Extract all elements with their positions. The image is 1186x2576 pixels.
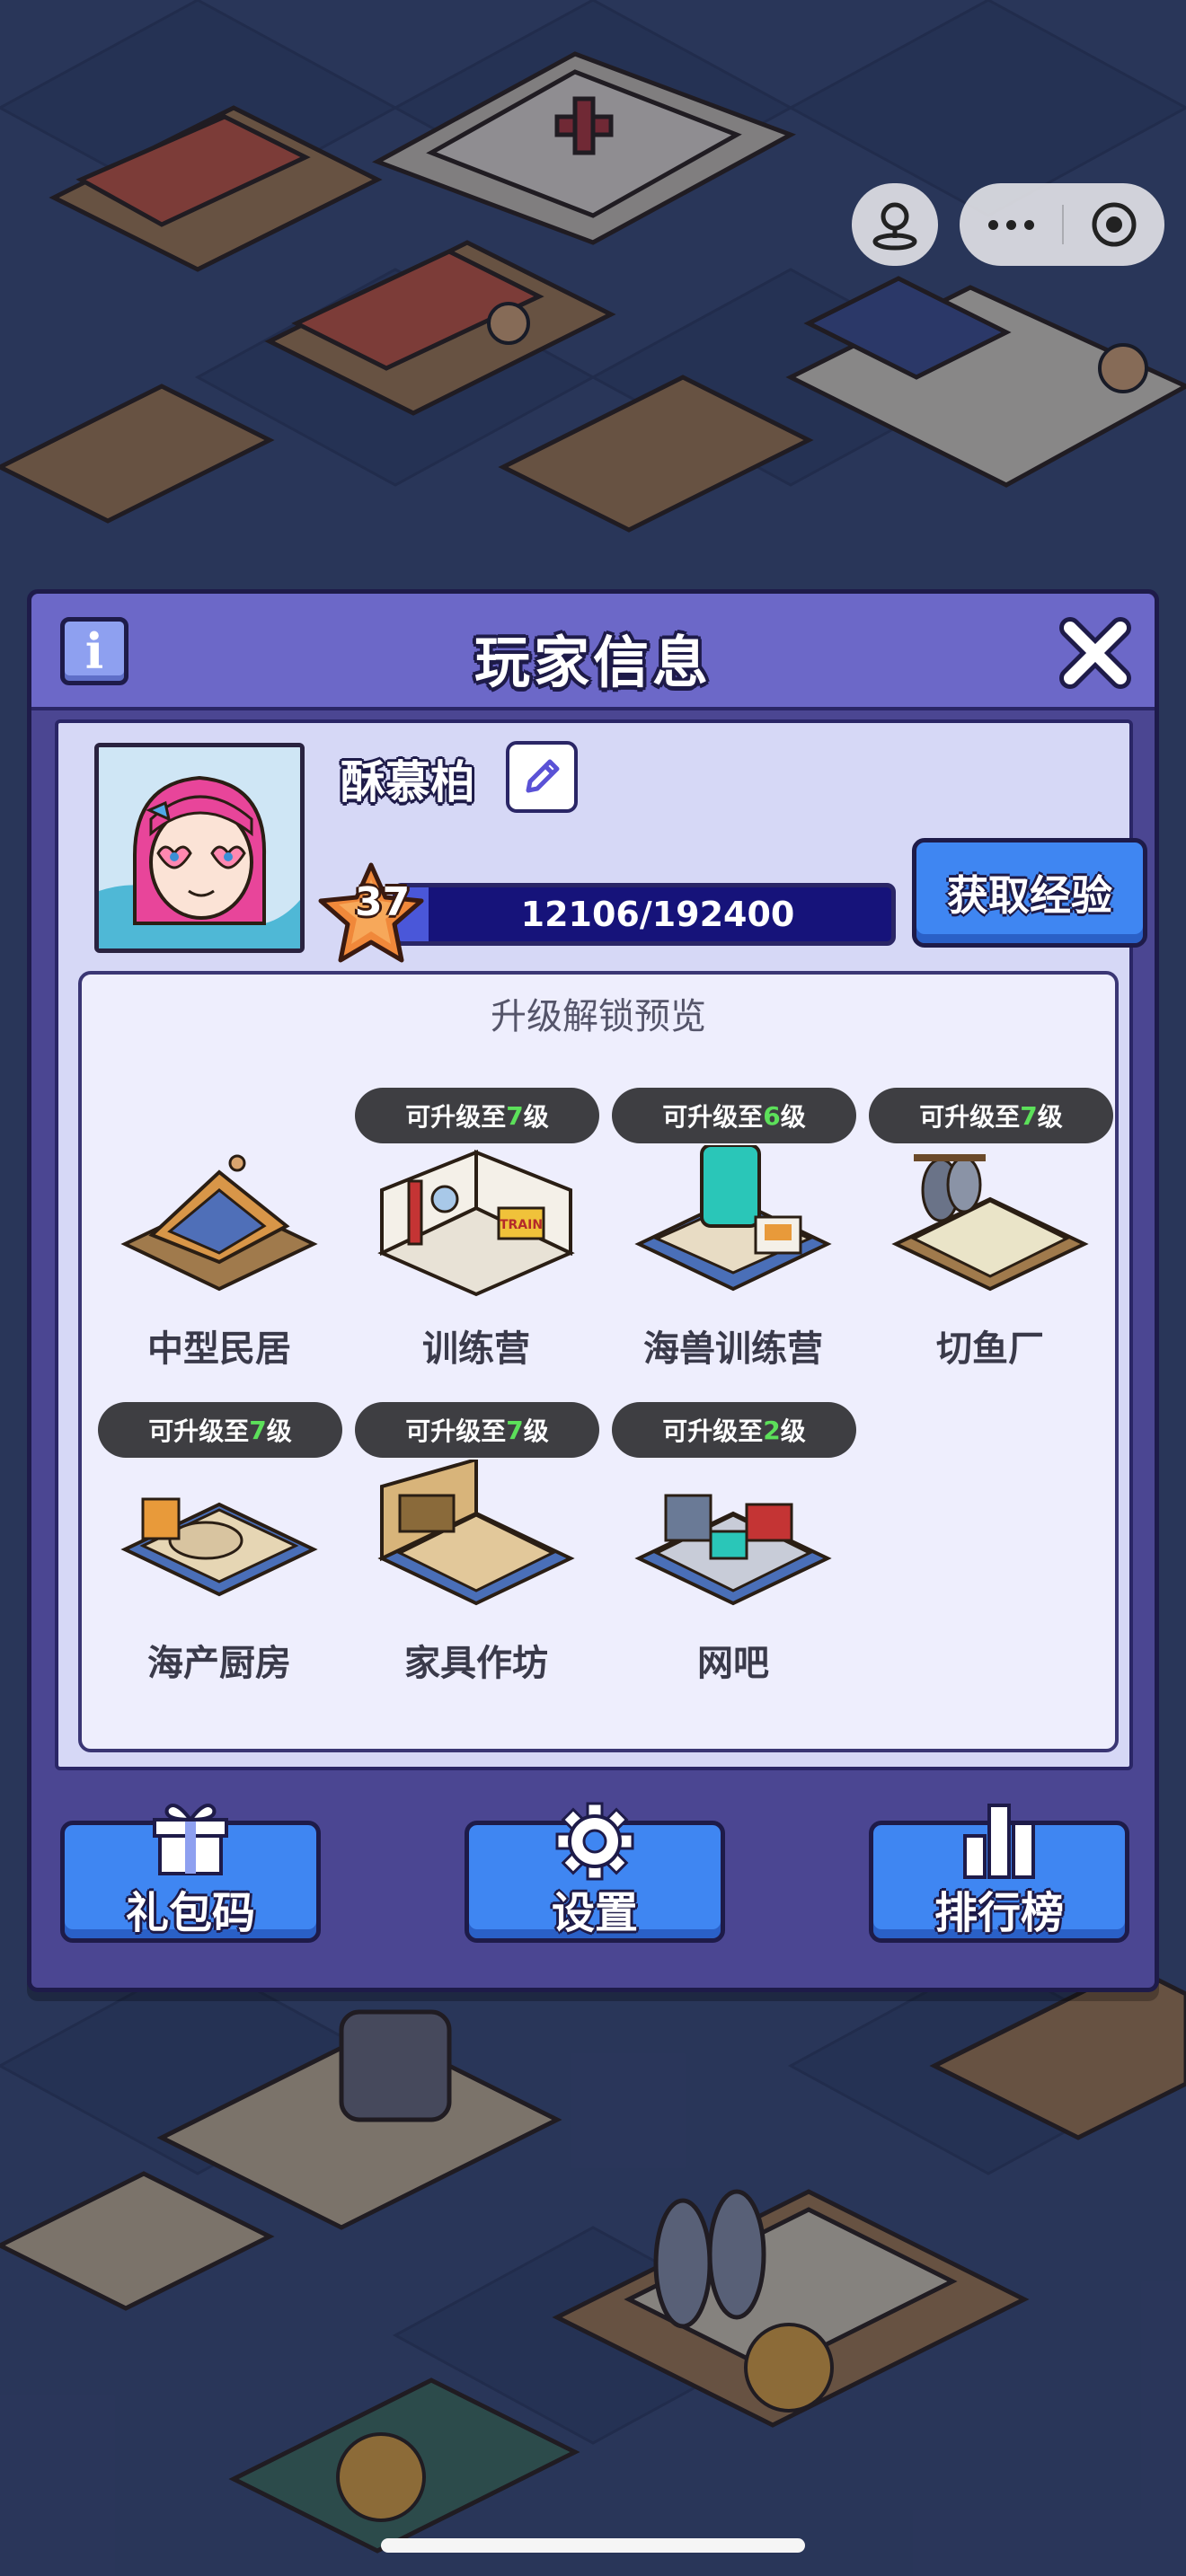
building-card[interactable]: 可升级至 7 级 切鱼厂 bbox=[869, 1088, 1113, 1415]
tag-suffix: 级 bbox=[266, 1416, 292, 1446]
xp-progress-bar: 12106/192400 bbox=[393, 883, 896, 946]
building-fish-factory-image bbox=[891, 1154, 1089, 1292]
dot-icon bbox=[987, 219, 998, 230]
tag-prefix: 可升级至 bbox=[405, 1102, 507, 1132]
tag-suffix: 级 bbox=[523, 1416, 549, 1446]
leaderboard-label: 排行榜 bbox=[934, 1888, 1064, 1938]
close-x-icon bbox=[1059, 617, 1131, 689]
gift-code-label: 礼包码 bbox=[125, 1888, 255, 1938]
upgrade-level-tag: 可升级至 6 级 bbox=[612, 1088, 856, 1143]
upgrade-unlock-preview: 升级解锁预览 中型民居 可升级至 7 级 TRAIN 训练营 可升级至 6 级 … bbox=[78, 971, 1119, 1752]
building-card[interactable]: 可升级至 7 级 TRAIN 训练营 bbox=[355, 1088, 599, 1415]
tag-prefix: 可升级至 bbox=[662, 1416, 764, 1446]
game-screen: i 玩家信息 酥慕柏 12106/192400 37 获取经验 升级解锁预览 中… bbox=[0, 0, 1186, 2576]
dot-icon bbox=[1023, 219, 1034, 230]
dialog-title: 玩家信息 bbox=[474, 630, 712, 695]
tag-suffix: 级 bbox=[523, 1102, 549, 1132]
tag-level: 7 bbox=[506, 1100, 524, 1131]
gift-code-button[interactable]: 礼包码 bbox=[60, 1804, 321, 1943]
tag-suffix: 级 bbox=[780, 1416, 806, 1446]
building-seafood-kitchen-image bbox=[120, 1497, 318, 1597]
upgrade-level-tag: 可升级至 7 级 bbox=[869, 1088, 1113, 1143]
tag-level: 7 bbox=[1020, 1100, 1038, 1131]
xp-progress-text: 12106/192400 bbox=[520, 895, 795, 934]
home-indicator[interactable] bbox=[381, 2538, 805, 2553]
tag-prefix: 可升级至 bbox=[662, 1102, 764, 1132]
more-options-button[interactable] bbox=[960, 183, 1062, 266]
building-name: 海兽训练营 bbox=[643, 1328, 823, 1370]
train-sign-text: TRAIN bbox=[500, 1218, 543, 1232]
tag-prefix: 可升级至 bbox=[405, 1416, 507, 1446]
upgrade-level-tag: 可升级至 2 级 bbox=[612, 1402, 856, 1458]
building-card[interactable]: 可升级至 6 级 海兽训练营 bbox=[612, 1088, 856, 1415]
player-level: 37 bbox=[355, 879, 411, 925]
gain-xp-button[interactable]: 获取经验 bbox=[912, 838, 1147, 948]
avatar-portrait-image bbox=[99, 747, 300, 948]
building-name: 网吧 bbox=[697, 1643, 769, 1684]
tag-level: 7 bbox=[249, 1415, 267, 1445]
building-name: 中型民居 bbox=[147, 1328, 291, 1370]
mini-program-capsule bbox=[960, 183, 1164, 266]
dialog-header: i 玩家信息 bbox=[31, 594, 1155, 710]
tag-level: 7 bbox=[506, 1415, 524, 1445]
target-circle-icon bbox=[1092, 202, 1137, 247]
building-name: 训练营 bbox=[422, 1328, 530, 1370]
building-medium-house-image bbox=[120, 1154, 318, 1292]
building-furniture-workshop-image bbox=[377, 1460, 575, 1606]
pencil-icon bbox=[526, 759, 560, 793]
dot-icon bbox=[1005, 219, 1016, 230]
building-card[interactable]: 中型民居 bbox=[98, 1109, 341, 1415]
tag-suffix: 级 bbox=[780, 1102, 806, 1132]
upgrade-level-tag: 可升级至 7 级 bbox=[98, 1402, 342, 1458]
close-button[interactable] bbox=[1054, 612, 1137, 694]
user-pin-icon bbox=[872, 202, 917, 251]
bar-chart-icon bbox=[963, 1804, 1035, 1879]
exit-mini-program-button[interactable] bbox=[1064, 183, 1164, 266]
mini-program-avatar-button[interactable] bbox=[852, 183, 938, 266]
building-card[interactable]: 可升级至 7 级 家具作坊 bbox=[355, 1402, 599, 1729]
player-info-dialog: i 玩家信息 酥慕柏 12106/192400 37 获取经验 升级解锁预览 中… bbox=[27, 589, 1159, 1992]
building-internet-cafe-image bbox=[634, 1494, 832, 1606]
leaderboard-button[interactable]: 排行榜 bbox=[869, 1804, 1129, 1943]
tag-level: 2 bbox=[763, 1415, 781, 1445]
player-name: 酥慕柏 bbox=[341, 756, 475, 808]
tag-prefix: 可升级至 bbox=[148, 1416, 250, 1446]
building-sea-beast-camp-image bbox=[634, 1145, 832, 1292]
building-card[interactable]: 可升级至 2 级 网吧 bbox=[612, 1402, 856, 1729]
settings-label: 设置 bbox=[551, 1888, 638, 1938]
upgrade-level-tag: 可升级至 7 级 bbox=[355, 1402, 599, 1458]
building-name: 切鱼厂 bbox=[936, 1328, 1044, 1370]
player-avatar[interactable] bbox=[94, 743, 305, 953]
edit-name-button[interactable] bbox=[506, 741, 578, 813]
building-name: 海产厨房 bbox=[147, 1643, 291, 1684]
settings-button[interactable]: 设置 bbox=[465, 1802, 725, 1943]
preview-title: 升级解锁预览 bbox=[491, 996, 706, 1037]
upgrade-level-tag: 可升级至 7 级 bbox=[355, 1088, 599, 1143]
building-name: 家具作坊 bbox=[404, 1643, 548, 1684]
tag-level: 6 bbox=[763, 1100, 781, 1131]
gift-icon bbox=[153, 1804, 228, 1875]
tag-prefix: 可升级至 bbox=[919, 1102, 1021, 1132]
gear-icon bbox=[555, 1802, 634, 1881]
building-card[interactable]: 可升级至 7 级 海产厨房 bbox=[98, 1402, 342, 1729]
building-training-camp-image: TRAIN bbox=[377, 1150, 575, 1297]
tag-suffix: 级 bbox=[1037, 1102, 1063, 1132]
